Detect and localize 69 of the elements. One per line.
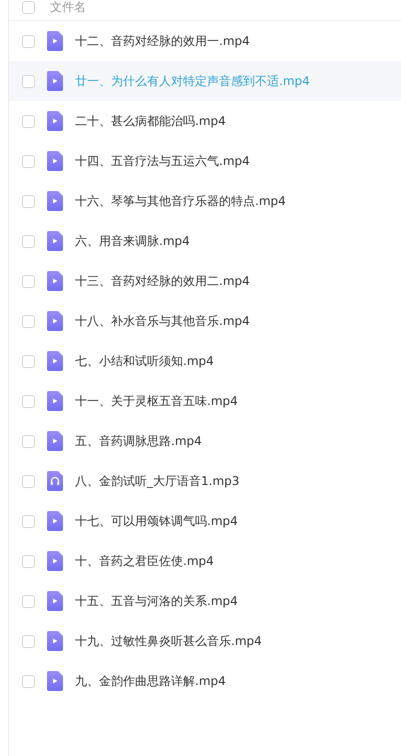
file-row[interactable]: 十三、音药对经脉的效用二.mp4 [9, 261, 401, 301]
video-file-icon [47, 391, 63, 411]
file-name: 廿一、为什么有人对特定声音感到不适.mp4 [75, 72, 310, 90]
checkbox[interactable] [22, 354, 35, 368]
checkbox[interactable] [22, 554, 35, 568]
checkbox[interactable] [22, 274, 35, 288]
video-file-icon [47, 671, 63, 691]
file-row[interactable]: 十二、音药对经脉的效用一.mp4 [9, 21, 401, 61]
video-file-icon [47, 271, 63, 291]
file-row[interactable]: 十四、五音疗法与五运六气.mp4 [9, 141, 401, 181]
video-file-icon [47, 311, 63, 331]
video-file-icon [47, 111, 63, 131]
file-name: 十三、音药对经脉的效用二.mp4 [75, 272, 250, 290]
file-row[interactable]: 六、用音来调脉.mp4 [9, 221, 401, 261]
video-file-icon [47, 631, 63, 651]
file-row[interactable]: 十一、关于灵枢五音五味.mp4 [9, 381, 401, 421]
file-name: 五、音药调脉思路.mp4 [75, 432, 202, 450]
checkbox[interactable] [22, 394, 35, 408]
checkbox[interactable] [22, 514, 35, 528]
file-name: 十六、琴筝与其他音疗乐器的特点.mp4 [75, 192, 286, 210]
file-name: 九、金韵作曲思路详解.mp4 [75, 672, 226, 690]
file-name: 十一、关于灵枢五音五味.mp4 [75, 392, 238, 410]
video-file-icon [47, 431, 63, 451]
checkbox[interactable] [22, 154, 35, 168]
checkbox[interactable] [22, 674, 35, 688]
checkbox[interactable] [22, 74, 35, 88]
file-row[interactable]: 八、金韵试听_大厅语音1.mp3 [9, 461, 401, 501]
file-row[interactable]: 九、金韵作曲思路详解.mp4 [9, 661, 401, 701]
checkbox[interactable] [22, 0, 35, 14]
checkbox[interactable] [22, 234, 35, 248]
video-file-icon [47, 511, 63, 531]
video-file-icon [47, 591, 63, 611]
file-name: 八、金韵试听_大厅语音1.mp3 [75, 472, 240, 490]
headphones-file-icon [47, 471, 63, 491]
file-row[interactable]: 十五、五音与河洛的关系.mp4 [9, 581, 401, 621]
file-name: 十二、音药对经脉的效用一.mp4 [75, 32, 250, 50]
checkbox[interactable] [22, 194, 35, 208]
file-name: 六、用音来调脉.mp4 [75, 232, 190, 250]
file-row[interactable]: 五、音药调脉思路.mp4 [9, 421, 401, 461]
file-name: 十九、过敏性鼻炎听甚么音乐.mp4 [75, 632, 262, 650]
column-header: 文件名 [50, 0, 86, 16]
file-row[interactable]: 十七、可以用颂钵调气吗.mp4 [9, 501, 401, 541]
checkbox[interactable] [22, 594, 35, 608]
video-file-icon [47, 151, 63, 171]
checkbox[interactable] [22, 634, 35, 648]
file-row[interactable]: 七、小结和试听须知.mp4 [9, 341, 401, 381]
file-name: 十、音药之君臣佐使.mp4 [75, 552, 214, 570]
file-name: 十七、可以用颂钵调气吗.mp4 [75, 512, 238, 530]
file-name: 十四、五音疗法与五运六气.mp4 [75, 152, 250, 170]
checkbox[interactable] [22, 114, 35, 128]
file-name: 二十、甚么病都能治吗.mp4 [75, 112, 226, 130]
video-file-icon [47, 31, 63, 51]
file-row[interactable]: 十六、琴筝与其他音疗乐器的特点.mp4 [9, 181, 401, 221]
video-file-icon [47, 231, 63, 251]
file-row[interactable]: 二十、甚么病都能治吗.mp4 [9, 101, 401, 141]
video-file-icon [47, 191, 63, 211]
checkbox[interactable] [22, 314, 35, 328]
video-file-icon [47, 551, 63, 571]
checkbox[interactable] [22, 34, 35, 48]
file-row[interactable]: 十八、补水音乐与其他音乐.mp4 [9, 301, 401, 341]
video-file-icon [47, 351, 63, 371]
file-row[interactable]: 十九、过敏性鼻炎听甚么音乐.mp4 [9, 621, 401, 661]
file-name: 十八、补水音乐与其他音乐.mp4 [75, 312, 250, 330]
file-name: 十五、五音与河洛的关系.mp4 [75, 592, 238, 610]
file-row[interactable]: 十、音药之君臣佐使.mp4 [9, 541, 401, 581]
checkbox[interactable] [22, 474, 35, 488]
file-name: 七、小结和试听须知.mp4 [75, 352, 214, 370]
video-file-icon [47, 71, 63, 91]
checkbox[interactable] [22, 434, 35, 448]
